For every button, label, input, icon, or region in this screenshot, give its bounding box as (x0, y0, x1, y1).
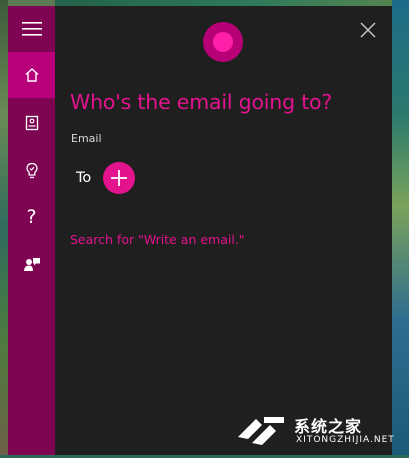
desktop-background-right (392, 0, 409, 458)
plus-icon (111, 170, 127, 186)
search-web-link[interactable]: Search for "Write an email." (70, 232, 245, 247)
feedback-icon (23, 258, 40, 271)
cortana-icon-center (213, 32, 233, 52)
sidebar-item-help[interactable]: ? (8, 194, 55, 240)
prompt-heading: Who's the email going to? (70, 90, 333, 114)
sidebar-item-home[interactable] (8, 52, 55, 98)
reminders-icon (25, 162, 38, 179)
hamburger-menu-icon (21, 22, 42, 36)
home-icon (25, 68, 38, 82)
watermark-title: 系统之家 (294, 417, 363, 436)
close-button[interactable] (354, 16, 382, 44)
cortana-icon (203, 22, 243, 62)
sidebar-item-notebook[interactable] (8, 100, 55, 146)
help-icon: ? (26, 206, 37, 228)
watermark-url: XITONGZHIJIA.NET (296, 435, 395, 445)
sidebar-item-reminders[interactable] (8, 148, 55, 194)
sidebar: ? (8, 6, 55, 455)
watermark-logo-icon (238, 417, 284, 445)
cortana-window: ? Who's the email going to? Email To Sea… (8, 6, 392, 455)
hamburger-menu-button[interactable] (8, 6, 55, 52)
add-recipient-button[interactable] (103, 162, 135, 194)
email-field-label: Email (71, 132, 102, 145)
close-icon (360, 22, 376, 38)
cortana-panel: Who's the email going to? Email To Searc… (55, 6, 392, 455)
desktop-background-left (0, 0, 8, 458)
watermark: 系统之家 XITONGZHIJIA.NET (234, 405, 400, 455)
sidebar-item-feedback[interactable] (8, 242, 55, 288)
to-label: To (76, 170, 92, 186)
notebook-icon (25, 115, 38, 131)
